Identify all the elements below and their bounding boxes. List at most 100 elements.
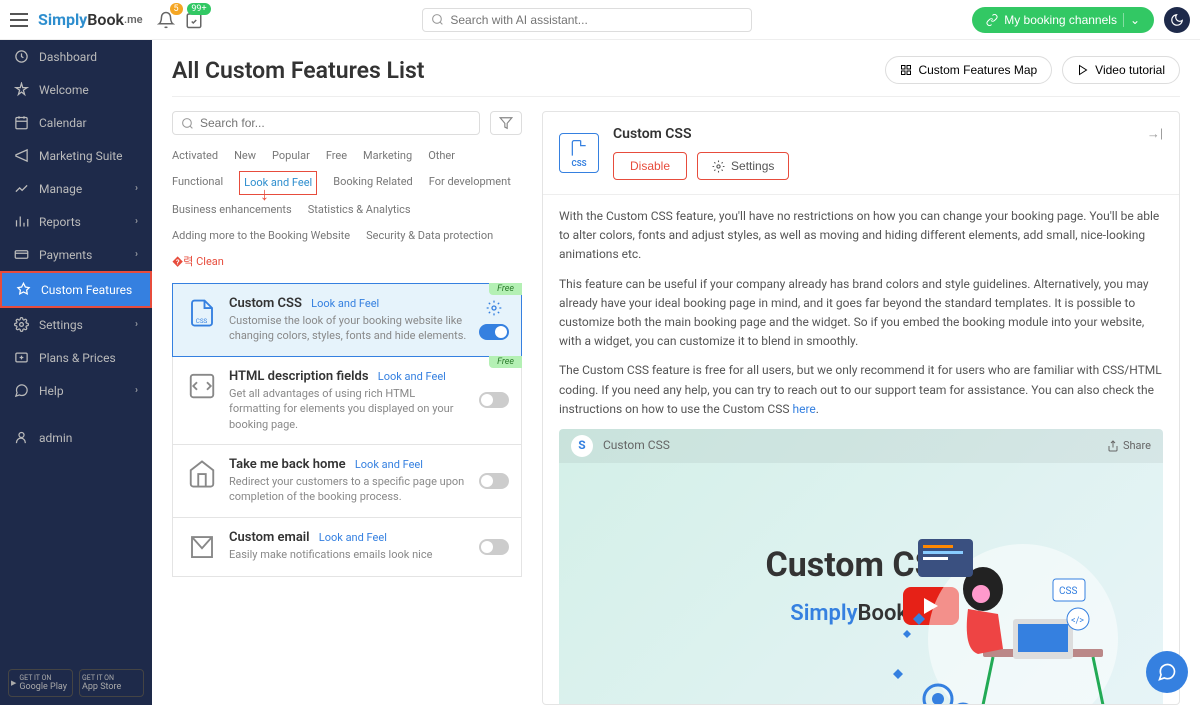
chevron-down-icon: ⌄ <box>1123 13 1140 27</box>
google-play-badge[interactable]: ▶GET IT ONGoogle Play <box>8 669 73 697</box>
feature-name: Custom email <box>229 530 310 545</box>
moon-icon <box>1170 13 1184 27</box>
here-link[interactable]: here <box>792 402 815 416</box>
sidebar-item-custom-features[interactable]: Custom Features <box>0 271 152 308</box>
detail-paragraph: This feature can be useful if your compa… <box>559 275 1163 352</box>
sidebar-item-plans[interactable]: Plans & Prices <box>0 341 152 374</box>
check-badge: 99+ <box>187 3 210 16</box>
feature-desc: Get all advantages of using rich HTML fo… <box>229 386 469 432</box>
logo: SimplyBook.me <box>38 10 143 29</box>
share-button[interactable]: Share <box>1107 437 1151 455</box>
sidebar-item-reports[interactable]: Reports› <box>0 205 152 238</box>
free-badge: Free <box>489 356 522 368</box>
filter-tag[interactable]: For development <box>429 171 511 195</box>
detail-title: Custom CSS <box>613 126 1133 142</box>
filter-tags: Activated New Popular Free Marketing Oth… <box>172 145 522 273</box>
menu-icon[interactable] <box>10 11 28 29</box>
feature-desc: Customise the look of your booking websi… <box>229 313 469 344</box>
filter-tag[interactable]: Marketing <box>363 145 412 167</box>
detail-css-icon: CSS <box>559 133 599 173</box>
feature-toggle[interactable] <box>479 392 509 408</box>
detail-paragraph: With the Custom CSS feature, you'll have… <box>559 207 1163 265</box>
feature-toggle[interactable] <box>479 324 509 340</box>
sidebar-item-settings[interactable]: Settings› <box>0 308 152 341</box>
feature-card-custom-email[interactable]: Custom email Look and Feel Easily make n… <box>172 518 522 577</box>
video-title: Custom CSS <box>603 436 670 455</box>
feature-name: Take me back home <box>229 457 346 472</box>
filter-tag[interactable]: Booking Related <box>333 171 413 195</box>
chevron-right-icon: › <box>135 319 138 330</box>
settings-button[interactable]: Settings <box>697 152 789 180</box>
grid-icon <box>900 64 912 76</box>
feature-desc: Easily make notifications emails look ni… <box>229 547 469 562</box>
sidebar-item-marketing[interactable]: Marketing Suite <box>0 139 152 172</box>
svg-text:CSS: CSS <box>196 317 208 325</box>
app-store-badge[interactable]: GET IT ONApp Store <box>79 669 144 697</box>
link-icon <box>986 14 998 26</box>
global-search-input[interactable] <box>450 13 743 27</box>
feature-category: Look and Feel <box>355 458 423 471</box>
svg-text:CSS: CSS <box>1059 586 1077 597</box>
filter-tag[interactable]: Functional <box>172 171 223 195</box>
sidebar-item-welcome[interactable]: Welcome <box>0 73 152 106</box>
notifications-check[interactable]: 99+ <box>185 11 203 29</box>
sidebar-item-help[interactable]: Help› <box>0 374 152 407</box>
booking-channels-button[interactable]: My booking channels ⌄ <box>972 7 1154 33</box>
sidebar-item-payments[interactable]: Payments› <box>0 238 152 271</box>
video-embed[interactable]: S Custom CSS Share Custom CSS SimplyBook… <box>559 429 1163 704</box>
filter-tag[interactable]: New <box>234 145 256 167</box>
email-icon <box>185 530 219 564</box>
gear-icon <box>712 160 725 173</box>
feature-search[interactable] <box>172 111 480 135</box>
feature-toggle[interactable] <box>479 539 509 555</box>
filter-tag[interactable]: Free <box>326 145 347 167</box>
filter-tag[interactable]: Business enhancements <box>172 199 292 221</box>
filter-tag[interactable]: Security & Data protection <box>366 225 493 247</box>
chat-bubble[interactable] <box>1146 651 1188 693</box>
disable-button[interactable]: Disable <box>613 152 687 180</box>
filter-clean[interactable]: �력 Clean <box>172 251 224 273</box>
filter-tag-look-and-feel[interactable]: Look and Feel <box>239 171 317 195</box>
free-badge: Free <box>489 283 522 295</box>
feature-category: Look and Feel <box>311 297 379 310</box>
global-search[interactable] <box>422 8 752 32</box>
feature-card-html-desc[interactable]: Free HTML description fields Look and Fe… <box>172 357 522 445</box>
feature-category: Look and Feel <box>378 370 446 383</box>
sidebar-item-dashboard[interactable]: Dashboard <box>0 40 152 73</box>
notifications-bell[interactable]: 5 <box>157 11 175 29</box>
feature-card-take-home[interactable]: Take me back home Look and Feel Redirect… <box>172 445 522 518</box>
chevron-right-icon: › <box>135 183 138 194</box>
filter-tag[interactable]: Statistics & Analytics <box>308 199 411 221</box>
video-illustration: CSS </> <box>863 519 1143 704</box>
page-title: All Custom Features List <box>172 57 425 84</box>
feature-card-custom-css[interactable]: Free CSS Custom CSS Look and Feel Custom… <box>172 283 522 357</box>
theme-toggle[interactable] <box>1164 7 1190 33</box>
sidebar-item-calendar[interactable]: Calendar <box>0 106 152 139</box>
filter-button[interactable] <box>490 111 522 135</box>
features-map-button[interactable]: Custom Features Map <box>885 56 1052 84</box>
filter-tag[interactable]: Popular <box>272 145 310 167</box>
video-tutorial-button[interactable]: Video tutorial <box>1062 56 1180 84</box>
gear-icon[interactable] <box>486 300 502 316</box>
feature-desc: Redirect your customers to a specific pa… <box>229 474 469 505</box>
collapse-icon[interactable]: →| <box>1147 126 1163 142</box>
filter-tag[interactable]: Adding more to the Booking Website <box>172 225 350 247</box>
home-icon <box>185 457 219 491</box>
bell-badge: 5 <box>170 3 183 16</box>
sidebar: Dashboard Welcome Calendar Marketing Sui… <box>0 40 152 705</box>
feature-name: Custom CSS <box>229 296 302 311</box>
sidebar-item-manage[interactable]: Manage› <box>0 172 152 205</box>
svg-text:</>: </> <box>1071 616 1084 626</box>
play-icon <box>1077 64 1089 76</box>
filter-tag[interactable]: Activated <box>172 145 218 167</box>
search-icon <box>431 13 444 26</box>
funnel-icon <box>499 116 513 130</box>
sidebar-item-admin[interactable]: admin <box>0 421 152 454</box>
chevron-right-icon: › <box>135 216 138 227</box>
chevron-right-icon: › <box>135 249 138 260</box>
css-icon: CSS <box>185 296 219 330</box>
feature-category: Look and Feel <box>319 531 387 544</box>
feature-search-input[interactable] <box>200 116 471 130</box>
feature-toggle[interactable] <box>479 473 509 489</box>
filter-tag[interactable]: Other <box>428 145 455 167</box>
